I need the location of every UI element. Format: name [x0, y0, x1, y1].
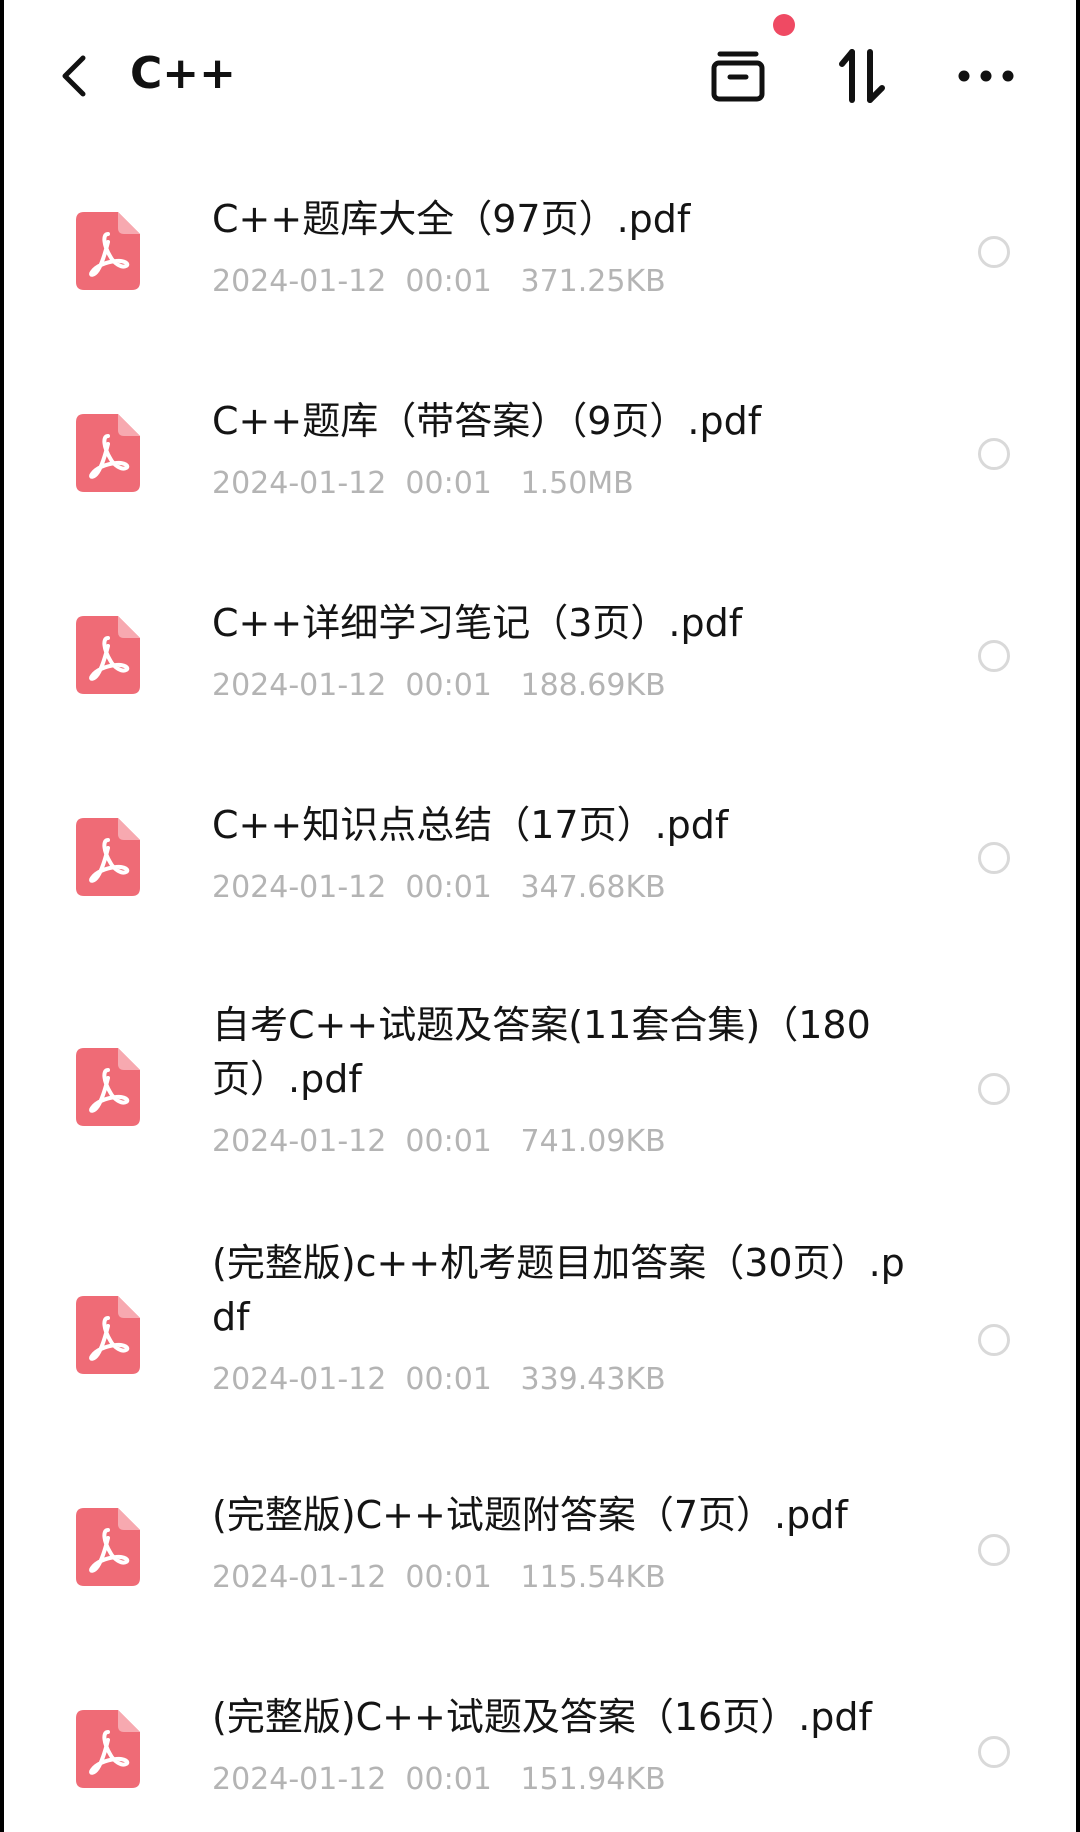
select-radio[interactable] [978, 1736, 1010, 1768]
file-item[interactable]: (完整版)c++机考题目加答案（30页）.pdf 2024-01-12 00:0… [0, 1214, 1080, 1440]
file-size: 347.68KB [520, 870, 666, 905]
notification-dot [773, 14, 795, 36]
more-button[interactable] [954, 44, 1018, 108]
more-icon [958, 70, 1014, 82]
chevron-left-icon [62, 55, 86, 97]
pdf-icon [76, 1710, 140, 1788]
pdf-icon [76, 1508, 140, 1586]
file-size: 151.94KB [520, 1762, 666, 1797]
file-name: C++题库大全（97页）.pdf [212, 197, 691, 241]
file-size: 188.69KB [520, 668, 666, 703]
pdf-icon [76, 212, 140, 290]
page-title: C++ [130, 48, 237, 99]
archive-button[interactable] [706, 44, 770, 108]
file-meta: 2024-01-12 00:01 151.94KB [212, 1758, 912, 1802]
file-meta: 2024-01-12 00:01 741.09KB [212, 1120, 912, 1164]
select-radio[interactable] [978, 1534, 1010, 1566]
select-radio[interactable] [978, 1324, 1010, 1356]
file-meta: 2024-01-12 00:01 339.43KB [212, 1358, 912, 1402]
file-size: 741.09KB [520, 1124, 666, 1159]
file-name: (完整版)C++试题附答案（7页）.pdf [212, 1493, 848, 1537]
pdf-icon [76, 818, 140, 896]
file-meta: 2024-01-12 00:01 1.50MB [212, 462, 912, 506]
file-name: (完整版)c++机考题目加答案（30页）.pdf [212, 1241, 905, 1339]
file-name: C++题库（带答案）（9页）.pdf [212, 399, 762, 443]
select-radio[interactable] [978, 640, 1010, 672]
file-item[interactable]: C++题库大全（97页）.pdf 2024-01-12 00:01 371.25… [0, 150, 1080, 352]
file-size: 371.25KB [520, 264, 666, 299]
file-size: 339.43KB [520, 1362, 666, 1397]
file-item[interactable]: C++知识点总结（17页）.pdf 2024-01-12 00:01 347.6… [0, 756, 1080, 958]
file-item[interactable]: 自考C++试题及答案(11套合集)（180页）.pdf 2024-01-12 0… [0, 958, 1080, 1214]
file-meta: 2024-01-12 00:01 371.25KB [212, 260, 912, 304]
file-date: 2024-01-12 00:01 [212, 264, 492, 299]
select-radio[interactable] [978, 1073, 1010, 1105]
file-item[interactable]: (完整版)C++试题及答案（16页）.pdf 2024-01-12 00:01 … [0, 1642, 1080, 1832]
file-name: (完整版)C++试题及答案（16页）.pdf [212, 1695, 872, 1739]
select-radio[interactable] [978, 438, 1010, 470]
file-item[interactable]: C++详细学习笔记（3页）.pdf 2024-01-12 00:01 188.6… [0, 554, 1080, 756]
file-meta: 2024-01-12 00:01 115.54KB [212, 1556, 912, 1600]
sort-icon [839, 49, 885, 103]
file-item[interactable]: (完整版)C++试题附答案（7页）.pdf 2024-01-12 00:01 1… [0, 1440, 1080, 1642]
file-meta: 2024-01-12 00:01 188.69KB [212, 664, 912, 708]
file-meta: 2024-01-12 00:01 347.68KB [212, 866, 912, 910]
file-date: 2024-01-12 00:01 [212, 668, 492, 703]
file-list: C++题库大全（97页）.pdf 2024-01-12 00:01 371.25… [0, 150, 1080, 1832]
select-radio[interactable] [978, 842, 1010, 874]
file-name: 自考C++试题及答案(11套合集)（180页）.pdf [212, 1003, 871, 1101]
file-size: 1.50MB [520, 466, 634, 501]
select-radio[interactable] [978, 236, 1010, 268]
file-date: 2024-01-12 00:01 [212, 1362, 492, 1397]
file-date: 2024-01-12 00:01 [212, 870, 492, 905]
file-date: 2024-01-12 00:01 [212, 1762, 492, 1797]
file-size: 115.54KB [520, 1560, 666, 1595]
top-bar: C++ [0, 0, 1080, 150]
pdf-icon [76, 1296, 140, 1374]
back-button[interactable] [50, 48, 98, 104]
pdf-icon [76, 616, 140, 694]
file-date: 2024-01-12 00:01 [212, 1124, 492, 1159]
file-date: 2024-01-12 00:01 [212, 466, 492, 501]
file-name: C++知识点总结（17页）.pdf [212, 803, 729, 847]
pdf-icon [76, 414, 140, 492]
file-name: C++详细学习笔记（3页）.pdf [212, 601, 743, 645]
sort-button[interactable] [830, 44, 894, 108]
pdf-icon [76, 1048, 140, 1126]
archive-icon [711, 51, 765, 102]
file-date: 2024-01-12 00:01 [212, 1560, 492, 1595]
file-item[interactable]: C++题库（带答案）（9页）.pdf 2024-01-12 00:01 1.50… [0, 352, 1080, 554]
